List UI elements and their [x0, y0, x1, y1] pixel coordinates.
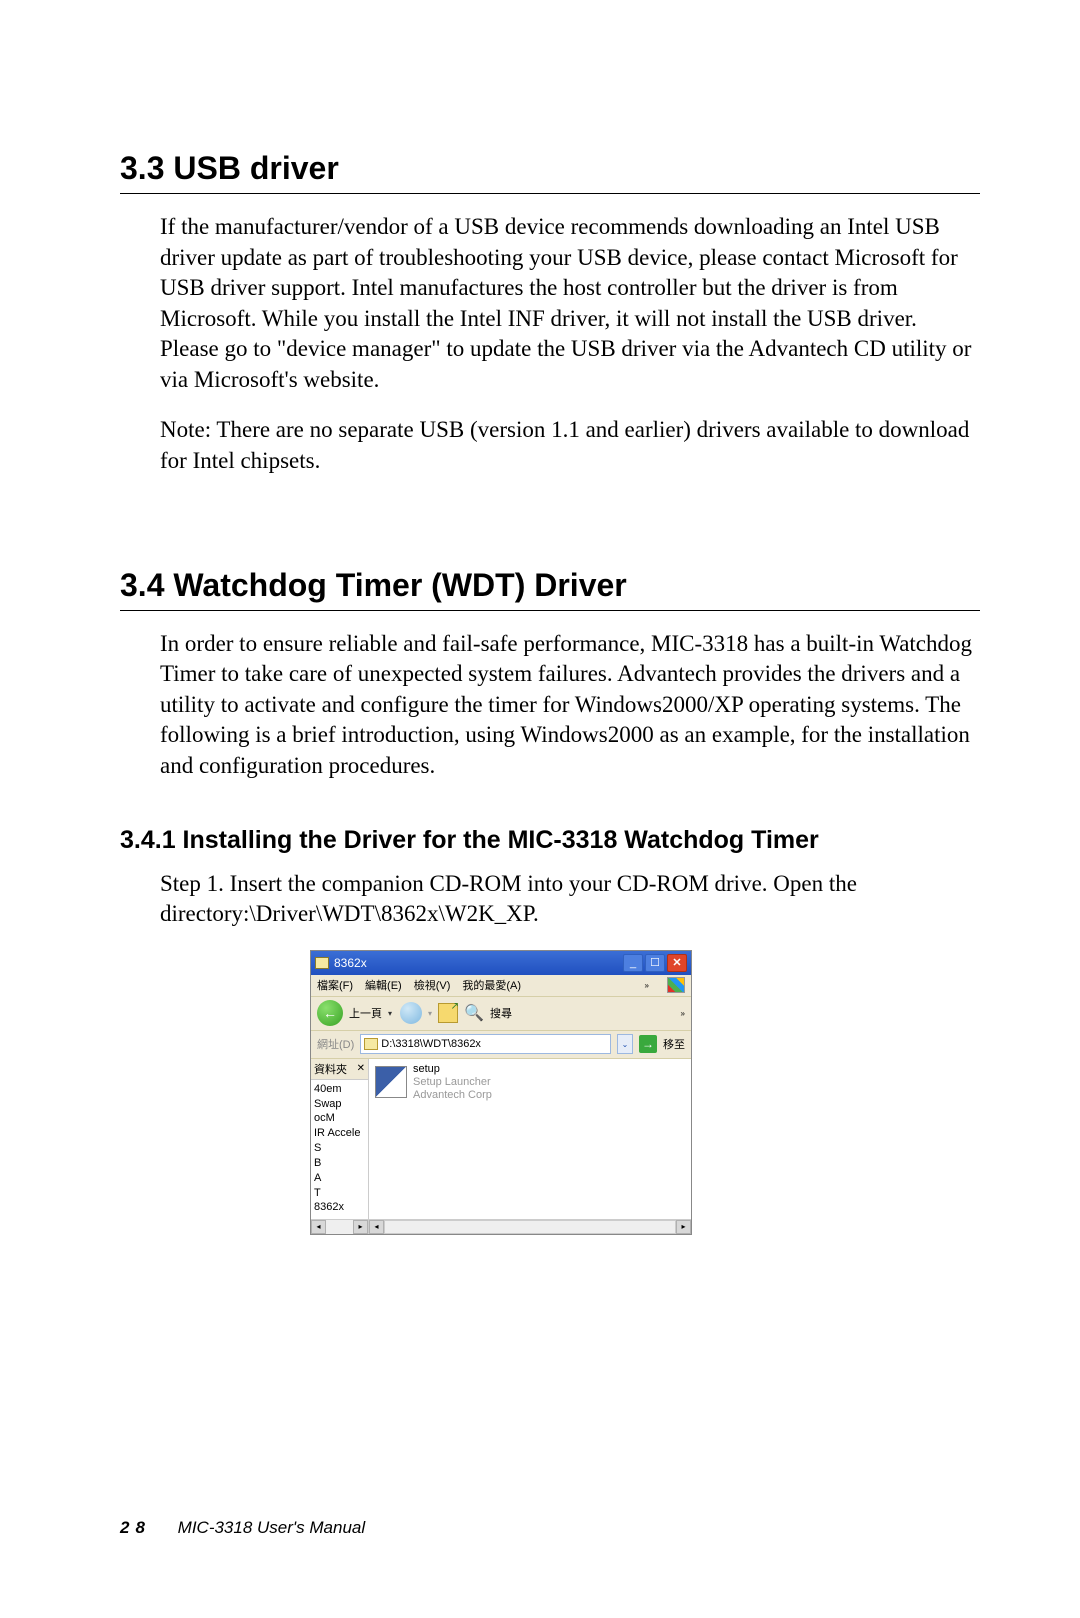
manual-title: MIC-3318 User's Manual: [178, 1518, 365, 1537]
fwd-dropdown-icon[interactable]: ▾: [428, 1009, 432, 1018]
section-3-4-p1: In order to ensure reliable and fail-saf…: [160, 629, 980, 782]
menu-view[interactable]: 檢視(V): [414, 977, 451, 993]
section-3-3-p1: If the manufacturer/vendor of a USB devi…: [160, 212, 980, 395]
windows-logo-icon: [667, 977, 685, 993]
section-3-4-1-p1: Step 1. Insert the companion CD-ROM into…: [160, 869, 980, 930]
section-3-3-heading: 3.3 USB driver: [120, 150, 980, 194]
section-3-4-1-heading: 3.4.1 Installing the Driver for the MIC-…: [120, 826, 980, 855]
file-item[interactable]: setup Setup Launcher Advantech Corp: [369, 1059, 691, 1107]
folder-icon: [315, 957, 329, 969]
maximize-button[interactable]: ☐: [645, 954, 665, 972]
sidebar-item[interactable]: 40em: [314, 1082, 365, 1097]
address-field[interactable]: D:\3318\WDT\8362x: [360, 1034, 611, 1054]
forward-button[interactable]: [400, 1002, 422, 1024]
toolbar-overflow-icon[interactable]: »: [681, 1009, 685, 1018]
close-button[interactable]: ✕: [667, 954, 687, 972]
menu-edit[interactable]: 編輯(E): [365, 977, 402, 993]
address-bar: 網址(D) D:\3318\WDT\8362x ⌄ → 移至: [311, 1031, 691, 1059]
go-label: 移至: [663, 1036, 685, 1052]
folder-sidebar: 資料夾 ✕ 40em Swap ocM IR Accele S B A T 83…: [311, 1059, 369, 1234]
minimize-button[interactable]: _: [623, 954, 643, 972]
search-icon[interactable]: 🔍: [464, 1003, 484, 1023]
window-title: 8362x: [334, 956, 621, 970]
address-label: 網址(D): [317, 1036, 354, 1052]
sidebar-close-icon[interactable]: ✕: [357, 1063, 365, 1074]
main-hscroll-track[interactable]: [384, 1220, 676, 1234]
scroll-left-button[interactable]: ◂: [311, 1220, 326, 1234]
file-name: setup: [413, 1063, 492, 1076]
back-dropdown-icon[interactable]: ▾: [388, 1009, 392, 1018]
menu-overflow-icon[interactable]: »: [645, 981, 649, 990]
sidebar-item[interactable]: 8362x: [314, 1200, 365, 1215]
sidebar-item[interactable]: Swap: [314, 1097, 365, 1112]
section-3-4-heading: 3.4 Watchdog Timer (WDT) Driver: [120, 567, 980, 611]
go-button[interactable]: →: [639, 1035, 657, 1053]
page-number: 28: [120, 1518, 151, 1537]
sidebar-item[interactable]: S: [314, 1141, 365, 1156]
file-pane: setup Setup Launcher Advantech Corp ◂ ▸: [369, 1059, 691, 1234]
scroll-right-button[interactable]: ▸: [676, 1220, 691, 1234]
menubar: 檔案(F) 編輯(E) 檢視(V) 我的最愛(A) »: [311, 975, 691, 997]
menu-fav[interactable]: 我的最愛(A): [462, 977, 521, 993]
sidebar-item[interactable]: T: [314, 1186, 365, 1201]
sidebar-item[interactable]: IR Accele: [314, 1126, 365, 1141]
sidebar-hscroll-track[interactable]: [326, 1220, 353, 1234]
menu-file[interactable]: 檔案(F): [317, 977, 353, 993]
sidebar-item[interactable]: A: [314, 1171, 365, 1186]
sidebar-header: 資料夾 ✕: [311, 1059, 368, 1080]
file-company: Advantech Corp: [413, 1089, 492, 1102]
address-path: D:\3318\WDT\8362x: [381, 1038, 481, 1050]
file-desc: Setup Launcher: [413, 1076, 492, 1089]
sidebar-header-label: 資料夾: [314, 1061, 347, 1077]
up-folder-button[interactable]: [438, 1003, 458, 1023]
main-hscroll[interactable]: ◂ ▸: [369, 1219, 691, 1234]
page-footer: 28 MIC-3318 User's Manual: [120, 1518, 365, 1538]
sidebar-list[interactable]: 40em Swap ocM IR Accele S B A T 8362x: [311, 1080, 368, 1219]
setup-file-icon: [375, 1066, 407, 1098]
titlebar: 8362x _ ☐ ✕: [311, 951, 691, 975]
sidebar-item[interactable]: ocM: [314, 1111, 365, 1126]
back-label: 上一頁: [349, 1005, 382, 1021]
address-folder-icon: [364, 1038, 378, 1050]
toolbar: ← 上一頁 ▾ ▾ 🔍 搜尋 »: [311, 997, 691, 1031]
search-label: 搜尋: [490, 1005, 512, 1021]
explorer-screenshot: 8362x _ ☐ ✕ 檔案(F) 編輯(E) 檢視(V) 我的最愛(A) » …: [310, 950, 692, 1235]
scroll-right-button[interactable]: ▸: [353, 1220, 368, 1234]
sidebar-item[interactable]: B: [314, 1156, 365, 1171]
explorer-body: 資料夾 ✕ 40em Swap ocM IR Accele S B A T 83…: [311, 1059, 691, 1234]
section-3-3-p2: Note: There are no separate USB (version…: [160, 415, 980, 476]
address-dropdown-button[interactable]: ⌄: [617, 1034, 633, 1054]
scroll-left-button[interactable]: ◂: [369, 1220, 384, 1234]
back-button[interactable]: ←: [317, 1000, 343, 1026]
